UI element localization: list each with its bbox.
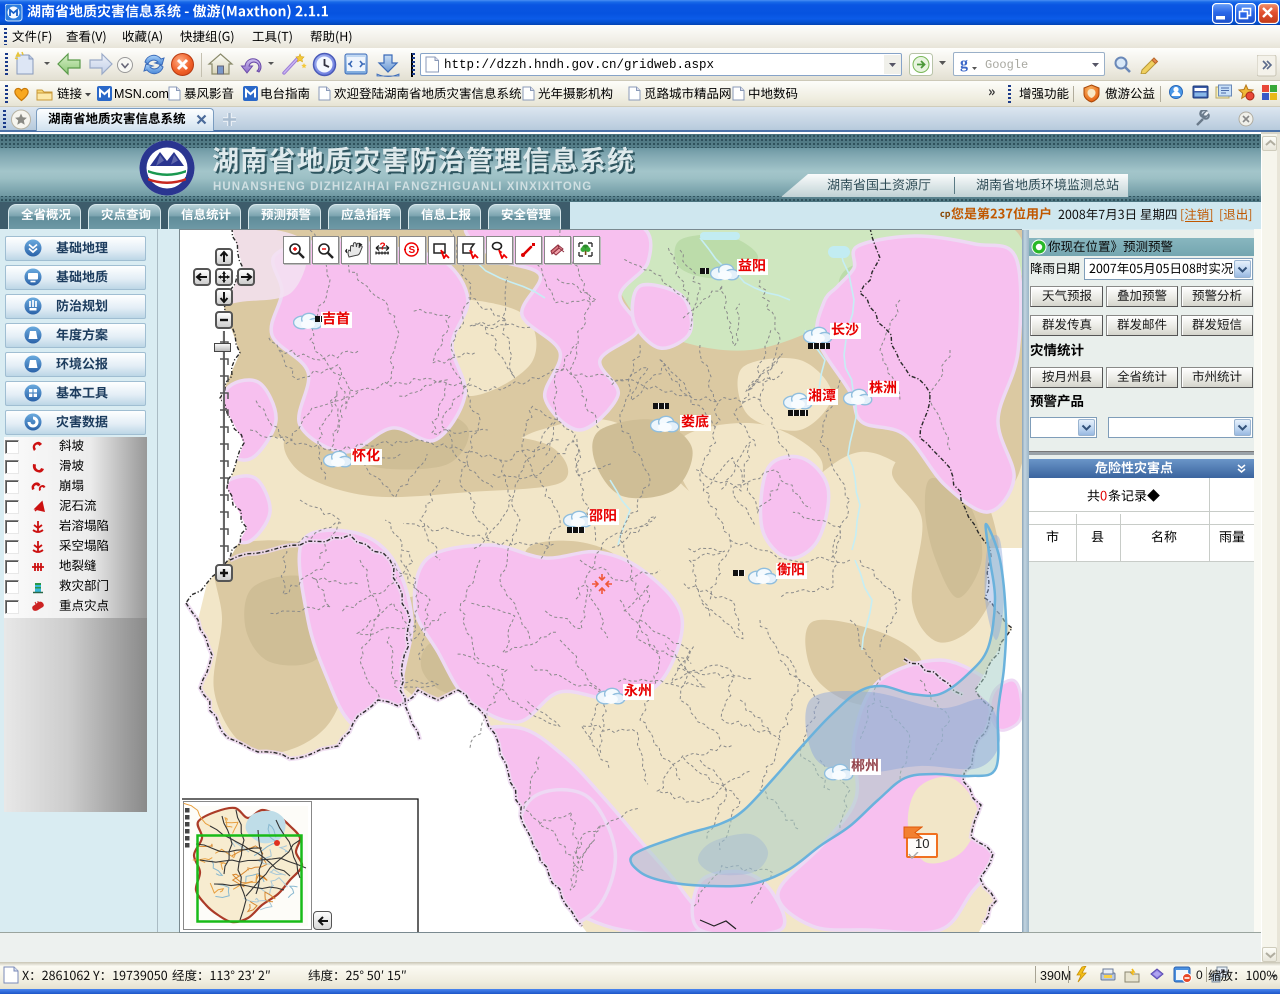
svg-text:0: 0 (1196, 968, 1203, 982)
svg-text:?: ? (380, 242, 386, 253)
svg-text:S: S (409, 245, 416, 256)
